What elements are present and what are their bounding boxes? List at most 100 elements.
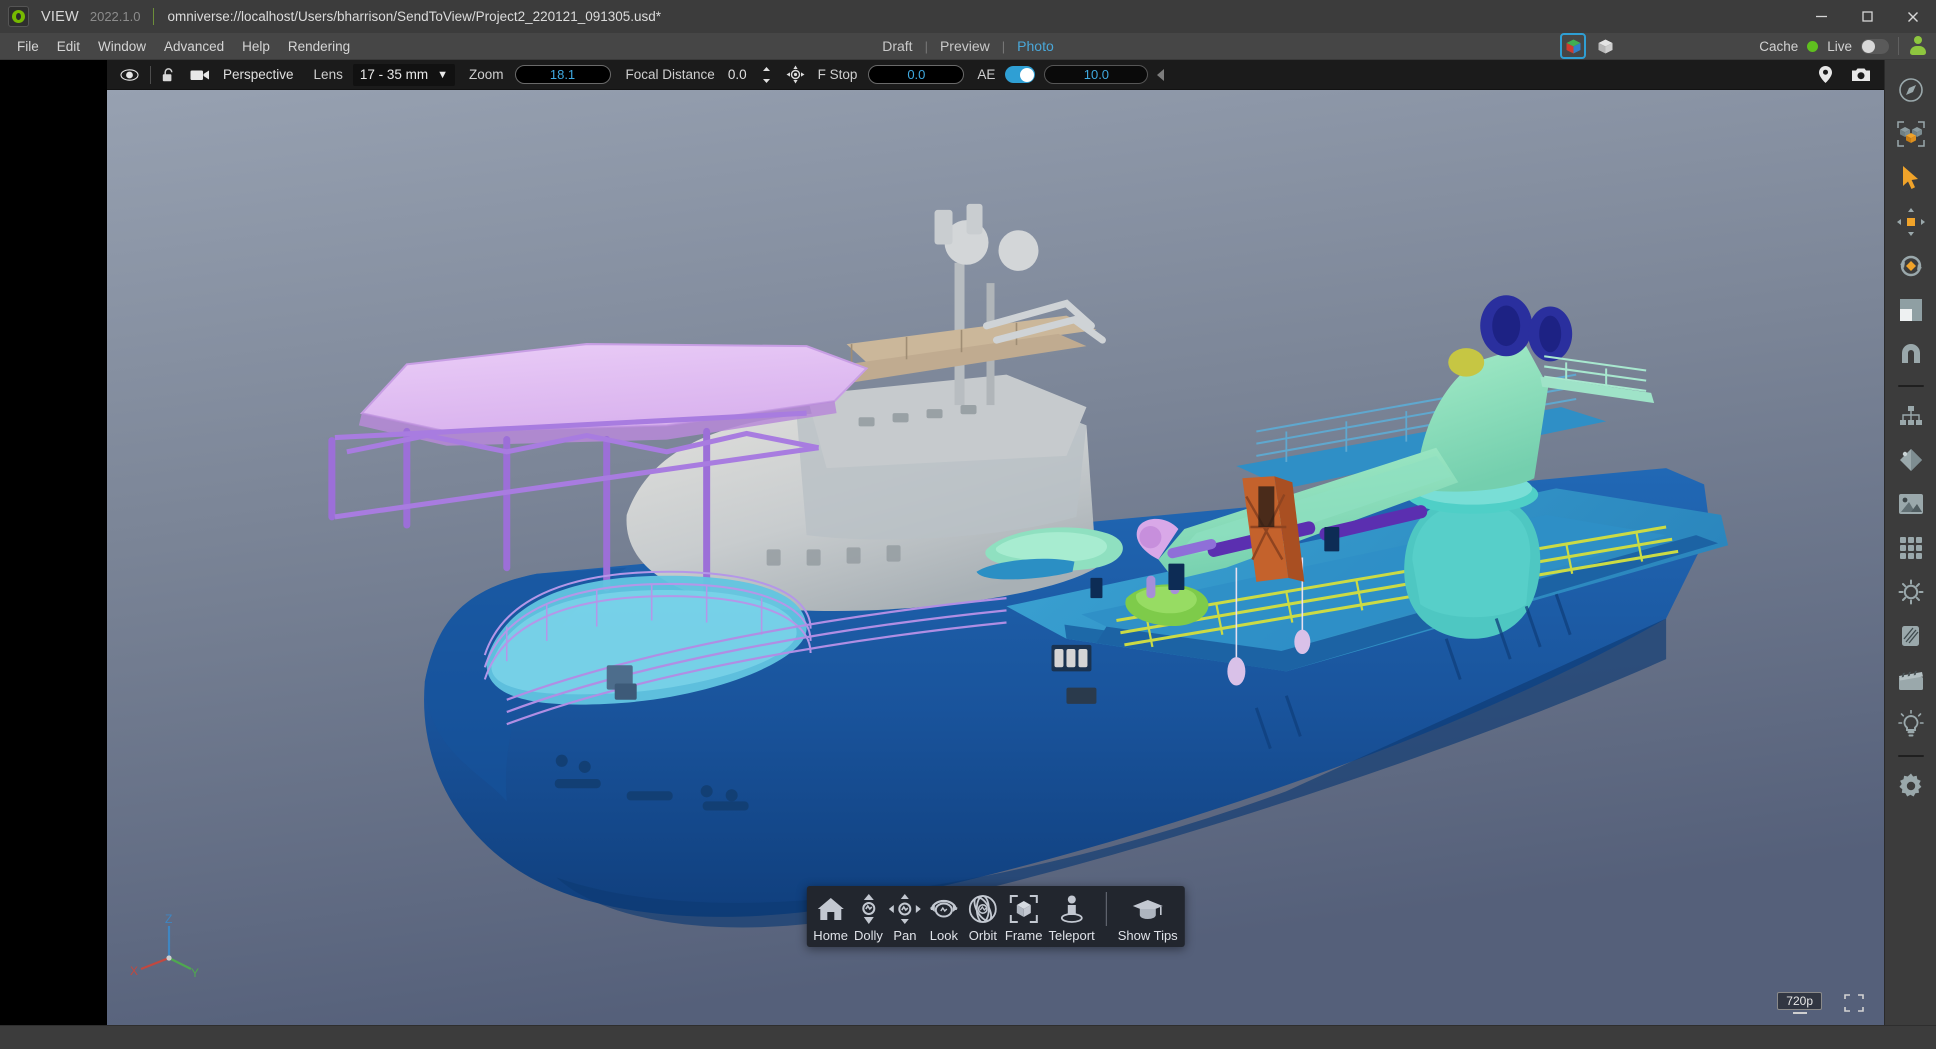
nav-orbit[interactable]: Orbit [964, 892, 1002, 943]
eye-visibility-icon[interactable] [113, 68, 146, 82]
grid-apps-icon[interactable] [1891, 528, 1931, 568]
camera-name[interactable]: Perspective [223, 67, 294, 82]
image-texture-icon[interactable] [1891, 484, 1931, 524]
fullscreen-icon[interactable] [1844, 994, 1864, 1012]
live-toggle[interactable] [1861, 38, 1889, 54]
sun-environment-icon[interactable] [1891, 572, 1931, 612]
snap-magnet-icon[interactable] [1891, 334, 1931, 374]
select-cursor-icon[interactable] [1891, 158, 1931, 198]
scale-icon[interactable] [1891, 290, 1931, 330]
app-version: 2022.1.0 [89, 9, 141, 24]
fstop-slider[interactable]: 0.0 [868, 65, 965, 84]
cache-status-dot [1807, 40, 1819, 52]
nav-teleport-label: Teleport [1048, 928, 1095, 943]
up-down-stepper-icon[interactable] [754, 66, 779, 84]
rail-divider-1 [1897, 385, 1924, 387]
hierarchy-tree-icon[interactable] [1891, 396, 1931, 436]
teleport-icon [1057, 892, 1087, 926]
camera-snapshot-icon[interactable] [1844, 66, 1878, 83]
viewport-toolbar-right [1811, 65, 1878, 84]
rotate-icon[interactable] [1891, 246, 1931, 286]
title-divider [153, 8, 155, 25]
ae-toggle[interactable] [1005, 66, 1036, 83]
tab-preview[interactable]: Preview [928, 36, 1002, 56]
nav-dolly[interactable]: Dolly [851, 892, 886, 943]
tab-draft[interactable]: Draft [870, 36, 924, 56]
dolly-icon [857, 892, 879, 926]
focal-distance-value[interactable]: 0.0 [728, 67, 747, 82]
svg-text:Y: Y [191, 966, 199, 980]
fstop-label: F Stop [817, 67, 858, 82]
collapse-left-icon[interactable] [1153, 68, 1168, 82]
rendered-3d-scene [107, 90, 1884, 1025]
menu-edit[interactable]: Edit [48, 36, 89, 57]
svg-text:Z: Z [165, 913, 172, 926]
focal-distance-label: Focal Distance [625, 67, 715, 82]
location-pin-icon[interactable] [1811, 65, 1840, 84]
zoom-value: 18.1 [549, 67, 576, 82]
zoom-slider[interactable]: 18.1 [514, 65, 611, 84]
nav-frame[interactable]: Frame [1002, 892, 1046, 943]
user-avatar-icon[interactable] [1908, 36, 1928, 56]
nav-orbit-label: Orbit [968, 928, 997, 943]
main-area: Perspective Lens 17 - 35 mm ▼ Zoom 18.1 … [0, 60, 1936, 1025]
tab-photo[interactable]: Photo [1005, 36, 1066, 56]
menu-bar: File Edit Window Advanced Help Rendering… [0, 33, 1936, 60]
nav-show-tips-label: Show Tips [1117, 928, 1178, 943]
menu-help[interactable]: Help [233, 36, 279, 57]
lens-dropdown[interactable]: 17 - 35 mm ▼ [352, 63, 455, 86]
resolution-selector[interactable]: 720p [1777, 992, 1822, 1010]
zoom-label: Zoom [469, 67, 504, 82]
menu-window[interactable]: Window [89, 36, 155, 57]
viewport-mode-buttons [1560, 33, 1616, 59]
axis-gizmo[interactable]: Z X Y [129, 912, 199, 983]
lens-label: Lens [313, 67, 343, 82]
home-icon [816, 892, 846, 926]
menu-advanced[interactable]: Advanced [155, 36, 233, 57]
camera-icon[interactable] [183, 68, 217, 82]
omniverse-view-window: VIEW 2022.1.0 omniverse://localhost/User… [0, 0, 1936, 1049]
app-name: VIEW [41, 8, 79, 25]
menu-file[interactable]: File [8, 36, 48, 57]
nav-pan[interactable]: Pan [886, 892, 924, 943]
nav-show-tips[interactable]: Show Tips [1115, 892, 1181, 943]
nav-home[interactable]: Home [810, 892, 851, 943]
move-translate-icon[interactable] [1891, 202, 1931, 242]
exposure-slider[interactable]: 10.0 [1044, 65, 1149, 84]
connection-status: Cache Live [1759, 36, 1928, 56]
viewport-toolbar: Perspective Lens 17 - 35 mm ▼ Zoom 18.1 … [107, 60, 1884, 90]
nav-look[interactable]: Look [924, 892, 964, 943]
graduation-cap-icon [1132, 892, 1164, 926]
viewport-3d-canvas[interactable]: Home Dolly Pan Look Orbit Frame Teleport… [107, 90, 1884, 1025]
settings-gear-icon[interactable] [1891, 766, 1931, 806]
lock-open-icon[interactable] [155, 67, 183, 83]
nav-dolly-label: Dolly [853, 928, 883, 943]
viewport-container: Perspective Lens 17 - 35 mm ▼ Zoom 18.1 … [107, 60, 1884, 1025]
live-label: Live [1827, 38, 1852, 54]
status-bar [0, 1025, 1936, 1049]
left-panel-gutter [0, 60, 107, 1025]
focus-target-icon[interactable] [779, 65, 812, 84]
nav-teleport[interactable]: Teleport [1045, 892, 1097, 943]
selection-group-icon[interactable] [1891, 114, 1931, 154]
maximize-button[interactable] [1844, 0, 1890, 33]
exposure-value: 10.0 [1083, 67, 1110, 82]
gray-cube-icon[interactable] [1594, 35, 1616, 57]
chevron-down-icon: ▼ [437, 68, 448, 81]
minimize-button[interactable] [1798, 0, 1844, 33]
paint-material-icon[interactable] [1891, 440, 1931, 480]
navigation-toolbar: Home Dolly Pan Look Orbit Frame Teleport… [806, 886, 1185, 947]
cache-label: Cache [1759, 38, 1799, 54]
title-bar: VIEW 2022.1.0 omniverse://localhost/User… [0, 0, 1936, 33]
nav-divider [1105, 892, 1107, 926]
light-bulb-icon[interactable] [1891, 704, 1931, 744]
look-icon [927, 892, 961, 926]
status-divider [1898, 37, 1899, 55]
close-button[interactable] [1890, 0, 1936, 33]
menu-rendering[interactable]: Rendering [279, 36, 359, 57]
material-swatch-icon[interactable] [1891, 616, 1931, 656]
nav-home-label: Home [813, 928, 848, 943]
compass-navigation-icon[interactable] [1891, 70, 1931, 110]
movie-clapper-icon[interactable] [1891, 660, 1931, 700]
colored-cube-icon[interactable] [1560, 33, 1586, 59]
